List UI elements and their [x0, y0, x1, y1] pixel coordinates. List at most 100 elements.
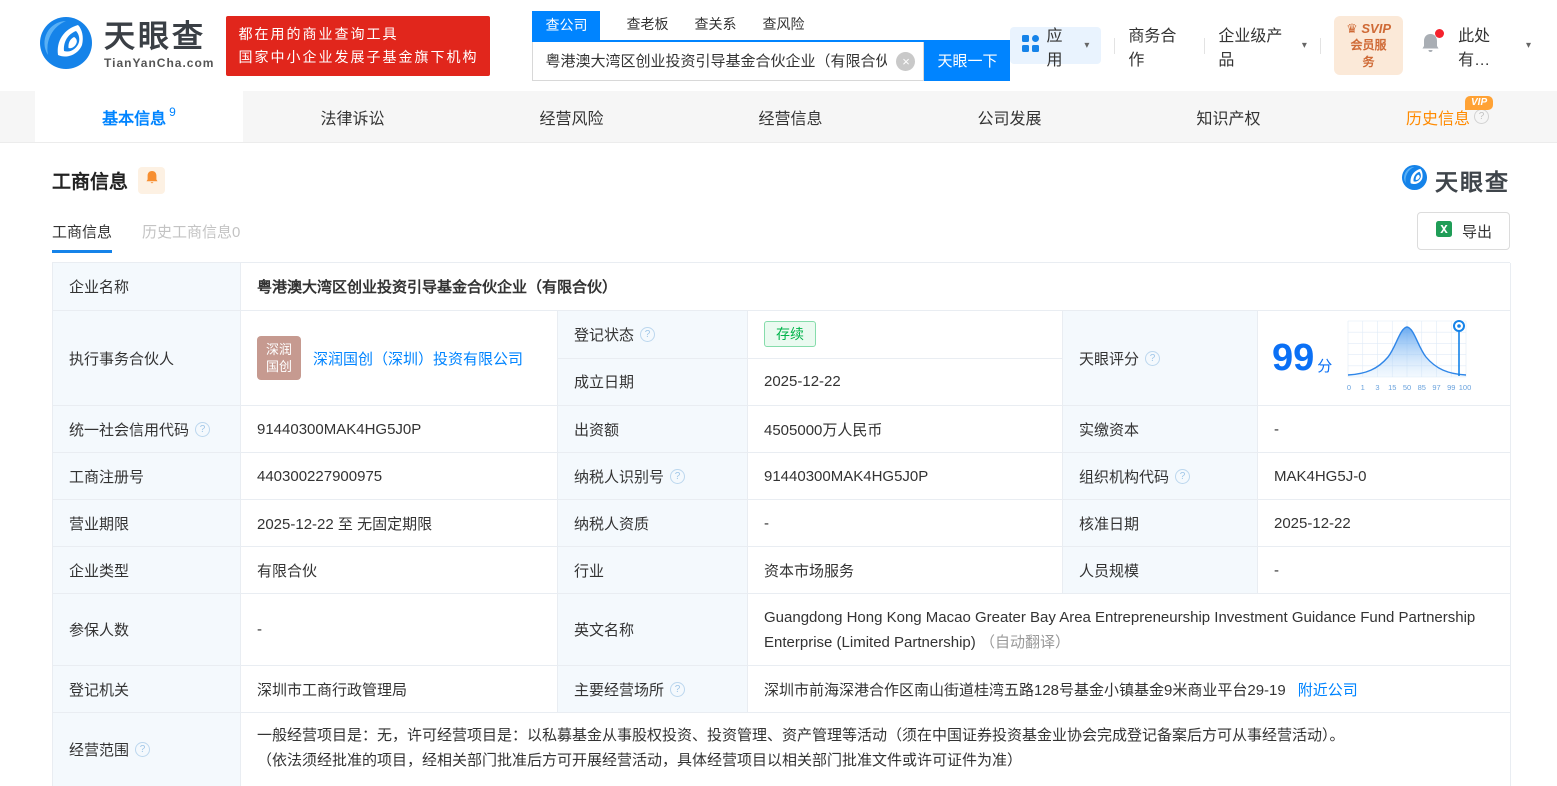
subtab-business-registration[interactable]: 工商信息: [52, 221, 112, 242]
help-icon[interactable]: ?: [135, 742, 150, 757]
company-type-value: 有限合伙: [241, 547, 558, 594]
english-name-label: 英文名称: [558, 594, 748, 666]
tab-basic-info-label: 基本信息: [102, 105, 166, 129]
help-icon[interactable]: ?: [195, 422, 210, 437]
user-account-menu[interactable]: 此处有… ▾: [1458, 22, 1531, 70]
approval-date-label: 核准日期: [1063, 500, 1258, 547]
tab-basic-info-count: 9: [169, 105, 176, 119]
executive-partner-value: 深润 国创 深润国创（深圳）投资有限公司: [241, 311, 558, 406]
search-tab-relation[interactable]: 查关系: [694, 14, 736, 40]
score-chart: 0 1 3 15 50 85 97 99 100: [1344, 317, 1472, 399]
tianyancha-logo-icon: [38, 15, 94, 76]
alert-bell-icon: [145, 170, 159, 190]
svg-text:85: 85: [1418, 383, 1426, 392]
registration-authority-label: 登记机关: [53, 666, 241, 713]
help-icon[interactable]: ?: [1175, 469, 1190, 484]
company-name-value: 粤港澳大湾区创业投资引导基金合伙企业（有限合伙）: [241, 263, 1511, 311]
registration-number-label: 工商注册号: [53, 453, 241, 500]
tab-legal-proceedings[interactable]: 法律诉讼: [243, 91, 462, 142]
apps-menu[interactable]: 应用 ▾: [1010, 27, 1101, 64]
business-cooperation-link[interactable]: 商务合作: [1128, 22, 1191, 70]
export-button[interactable]: 导出: [1417, 212, 1510, 250]
vip-badge: VIP: [1465, 96, 1493, 110]
business-term-label: 营业期限: [53, 500, 241, 547]
svip-member-button[interactable]: ♛ SVIP 会员服务: [1334, 16, 1403, 75]
registration-number-value: 440300227900975: [241, 453, 558, 500]
nearby-companies-link[interactable]: 附近公司: [1298, 679, 1358, 700]
taxpayer-qualification-value: -: [748, 500, 1063, 547]
registration-status-value: 存续: [748, 311, 1063, 359]
partner-logo-line1: 深润: [266, 341, 292, 358]
company-type-label: 企业类型: [53, 547, 241, 594]
svg-text:1: 1: [1361, 383, 1365, 392]
paid-capital-value: -: [1258, 406, 1511, 453]
enterprise-products-menu[interactable]: 企业级产品 ▾: [1218, 22, 1307, 70]
clear-search-icon[interactable]: ×: [896, 52, 915, 71]
capital-value: 4505000万人民币: [748, 406, 1063, 453]
industry-label: 行业: [558, 547, 748, 594]
promo-banner: 都在用的商业查询工具 国家中小企业发展子基金旗下机构: [226, 16, 490, 76]
capital-label: 出资额: [558, 406, 748, 453]
search-tabs: 查公司 查老板 查关系 查风险: [532, 11, 924, 42]
search-tab-company[interactable]: 查公司: [532, 11, 600, 40]
tab-business-info[interactable]: 经营信息: [681, 91, 900, 142]
notifications-button[interactable]: [1420, 32, 1441, 59]
taxpayer-id-label-text: 纳税人识别号: [574, 466, 664, 487]
promo-line-2: 国家中小企业发展子基金旗下机构: [238, 46, 478, 69]
svg-text:15: 15: [1388, 383, 1396, 392]
search-button[interactable]: 天眼一下: [924, 40, 1010, 81]
watermark-logo: 天眼查: [1401, 163, 1510, 197]
help-icon[interactable]: ?: [670, 469, 685, 484]
taxpayer-qualification-label: 纳税人资质: [558, 500, 748, 547]
staff-size-value: -: [1258, 547, 1511, 594]
bell-icon: [1420, 41, 1441, 58]
credit-code-value: 91440300MAK4HG5J0P: [241, 406, 558, 453]
brand-domain: TianYanCha.com: [104, 56, 214, 70]
partner-company-link[interactable]: 深润国创（深圳）投资有限公司: [313, 348, 523, 369]
taxpayer-id-value: 91440300MAK4HG5J0P: [748, 453, 1063, 500]
business-scope-label: 经营范围 ?: [53, 713, 241, 786]
svg-text:100: 100: [1459, 383, 1472, 392]
svip-service-label: 会员服务: [1345, 37, 1392, 71]
chevron-down-icon: ▾: [1526, 40, 1531, 51]
help-icon[interactable]: ?: [1145, 351, 1160, 366]
partner-logo-line2: 国创: [266, 358, 292, 375]
registration-status-text: 登记状态: [574, 324, 634, 345]
help-icon[interactable]: ?: [1474, 109, 1489, 124]
subscribe-alert-button[interactable]: [138, 167, 165, 194]
tianyancha-logo[interactable]: 天眼查 TianYanCha.com: [38, 15, 214, 76]
insured-count-label: 参保人数: [53, 594, 241, 666]
status-badge: 存续: [764, 321, 816, 347]
help-icon[interactable]: ?: [670, 682, 685, 697]
score-value: 99 分: [1258, 311, 1511, 406]
score-number: 99: [1272, 339, 1314, 377]
search-tab-boss[interactable]: 查老板: [626, 14, 668, 40]
search-module: 查公司 查老板 查关系 查风险 × 天眼一下: [532, 11, 1010, 81]
help-icon[interactable]: ?: [640, 327, 655, 342]
tab-history-info[interactable]: VIP 历史信息 ?: [1338, 91, 1557, 142]
chevron-down-icon: ▾: [1302, 40, 1307, 51]
taxpayer-id-label: 纳税人识别号 ?: [558, 453, 748, 500]
paid-capital-label: 实缴资本: [1063, 406, 1258, 453]
tab-company-development[interactable]: 公司发展: [900, 91, 1119, 142]
partner-logo[interactable]: 深润 国创: [257, 336, 301, 380]
tab-basic-info[interactable]: 基本信息 9: [35, 91, 243, 142]
score-unit: 分: [1317, 355, 1332, 376]
registration-status-label: 登记状态 ?: [558, 311, 748, 359]
subtab-history-count: 0: [232, 224, 240, 241]
search-input[interactable]: [532, 42, 924, 81]
registration-authority-value: 深圳市工商行政管理局: [241, 666, 558, 713]
divider: [1204, 38, 1205, 54]
crown-icon: ♛: [1346, 21, 1358, 36]
subtab-history-label: 历史工商信息: [142, 224, 232, 241]
search-tab-risk[interactable]: 查风险: [762, 14, 804, 40]
executive-partner-label: 执行事务合伙人: [53, 311, 241, 406]
score-marker-pin-icon: [1454, 321, 1464, 331]
approval-date-value: 2025-12-22: [1258, 500, 1511, 547]
tab-operational-risk[interactable]: 经营风险: [462, 91, 681, 142]
business-scope-line2: （依法须经批准的项目，经相关部门批准后方可开展经营活动，具体经营项目以相关部门批…: [257, 748, 1494, 773]
divider: [1114, 38, 1115, 54]
subtab-history-registration[interactable]: 历史工商信息0: [142, 221, 240, 242]
auto-translate-note: （自动翻译）: [980, 634, 1070, 651]
tab-intellectual-property[interactable]: 知识产权: [1119, 91, 1338, 142]
